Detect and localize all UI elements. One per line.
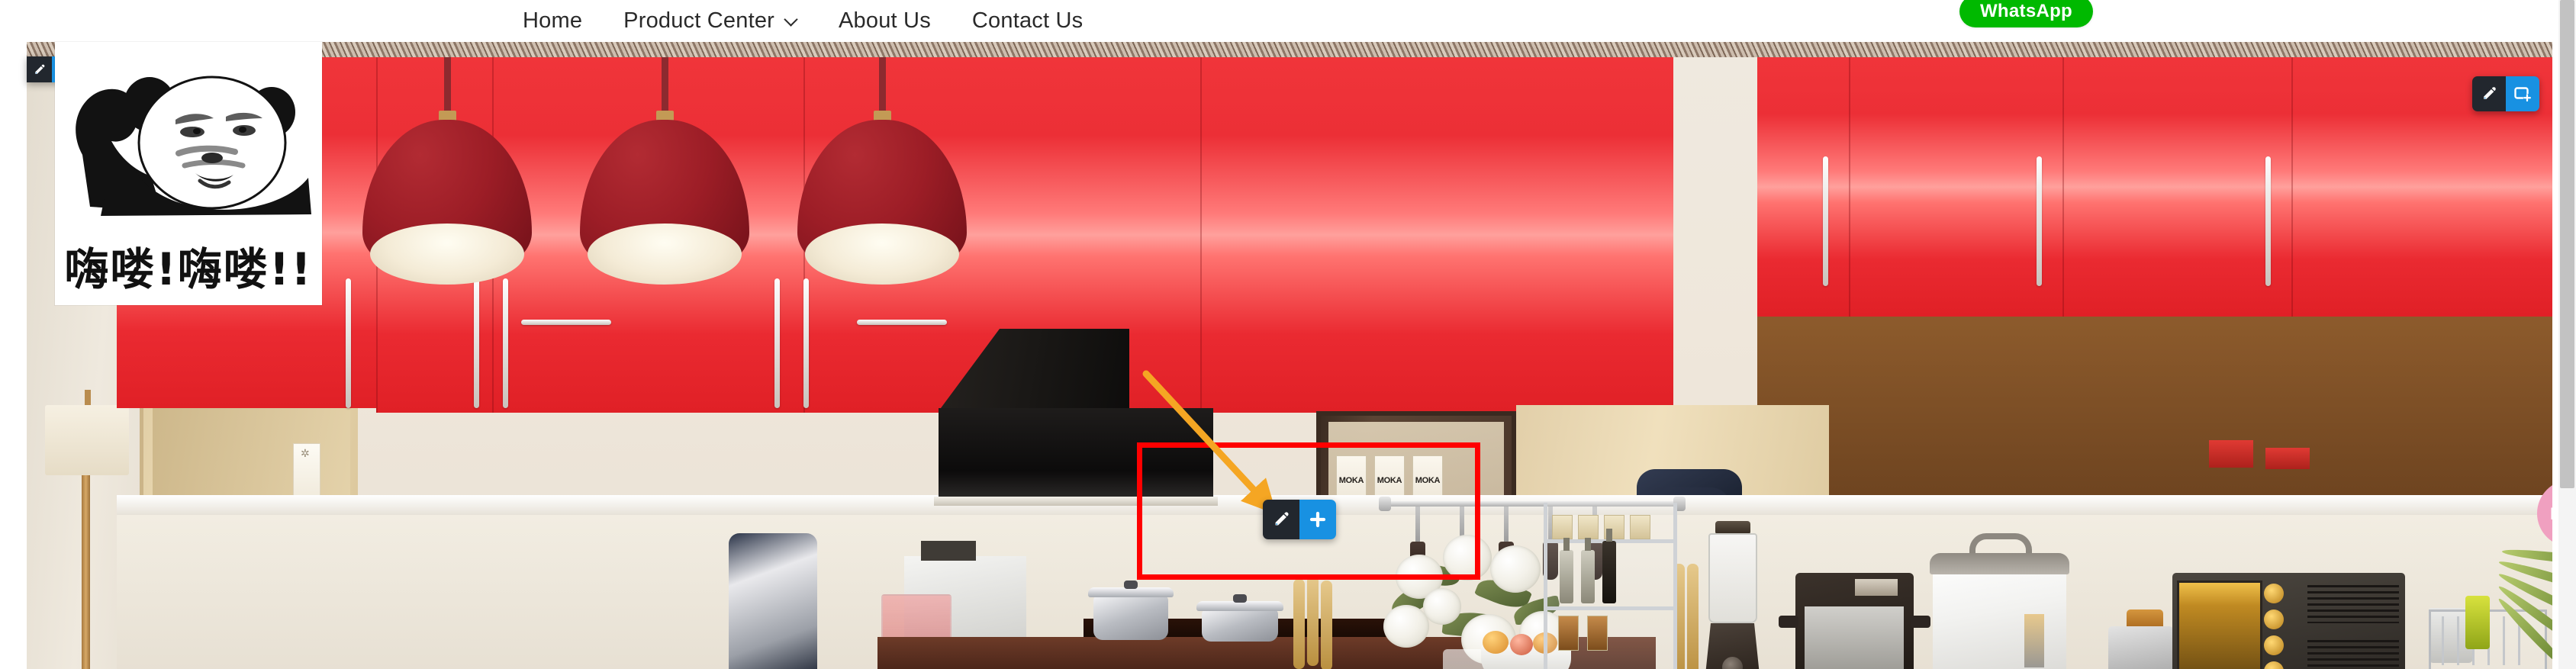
right-gutter [2552, 0, 2558, 669]
convection-oven [2172, 573, 2405, 669]
stock-pot [1196, 594, 1283, 642]
nav-link-contact-us[interactable]: Contact Us [972, 8, 1083, 34]
add-block-button[interactable] [2506, 76, 2539, 111]
nav-link-about-us[interactable]: About Us [839, 8, 931, 34]
nav-link-label: Home [523, 8, 583, 33]
panda-meme-caption: 嗨喽!嗨喽!! [64, 243, 313, 295]
right-wood-shelving [1757, 317, 2552, 497]
hero-section[interactable]: MOKA MOKA MOKA [27, 27, 2552, 669]
site-top-navigation: Home Product Center About Us Contact Us … [27, 0, 2552, 42]
countertop-blender [1704, 521, 1761, 669]
nav-link-product-center[interactable]: Product Center [623, 8, 797, 34]
nav-link-home[interactable]: Home [523, 8, 582, 34]
moka-jar-label: MOKA [1338, 476, 1364, 485]
dish-soap-bottle [2465, 596, 2490, 649]
toaster [2108, 626, 2173, 669]
whatsapp-cta-button[interactable]: WhatsApp [1959, 0, 2093, 27]
edit-pen-button[interactable] [1263, 500, 1299, 539]
chevron-down-icon [784, 13, 797, 26]
floor-lamp-shade [45, 405, 129, 475]
page-vertical-scrollbar-thumb[interactable] [2560, 0, 2574, 488]
breadsticks [1293, 579, 1305, 669]
breadsticks [1687, 564, 1699, 669]
fruit [1483, 631, 1509, 654]
pen-icon [1275, 512, 1289, 526]
element-edit-toolbar-center[interactable] [1263, 500, 1336, 539]
breadsticks [1307, 576, 1319, 666]
pen-icon [35, 64, 45, 74]
hero-kitchen-image: MOKA MOKA MOKA [27, 30, 2552, 669]
fruit [1510, 634, 1533, 655]
nav-link-label: About Us [839, 8, 931, 33]
plus-icon [1309, 511, 1326, 528]
electric-pressure-cooker [1779, 573, 1930, 669]
espresso-machine-hopper [921, 541, 976, 561]
panda-meme-overlay[interactable]: 嗨喽!嗨喽!! [55, 42, 322, 305]
potted-plant [2495, 516, 2552, 669]
edit-pen-button[interactable] [2472, 76, 2506, 111]
countertop-knife-rack [1544, 503, 1677, 669]
range-hood [934, 408, 1218, 506]
red-upper-cabinet-right [1757, 57, 2552, 317]
moka-jar-label: MOKA [1415, 476, 1441, 485]
nav-link-label: Contact Us [971, 8, 1084, 33]
rice-cooker [1930, 533, 2069, 669]
add-frame-icon [2514, 87, 2532, 102]
floor-lamp-pole [82, 475, 90, 669]
pen-icon [2484, 87, 2496, 99]
electric-kettle [729, 533, 817, 669]
rail-end-cap [1379, 497, 1391, 511]
section-edit-toolbar-top-right[interactable] [2472, 76, 2539, 111]
add-element-button[interactable] [1299, 500, 1336, 539]
nav-link-list: Home Product Center About Us Contact Us [523, 8, 1083, 34]
moka-jar-label: MOKA [1377, 476, 1402, 485]
pressure-cooker-stovetop [1088, 581, 1174, 640]
decor-red-box [2209, 440, 2253, 468]
browser-viewport: MOKA MOKA MOKA [0, 0, 2576, 669]
edit-pen-button[interactable] [27, 56, 52, 82]
breadsticks [1321, 581, 1332, 669]
whatsapp-cta-label: WhatsApp [1979, 1, 2073, 21]
nav-link-label: Product Center [623, 8, 775, 33]
decor-red-box [2265, 448, 2310, 469]
